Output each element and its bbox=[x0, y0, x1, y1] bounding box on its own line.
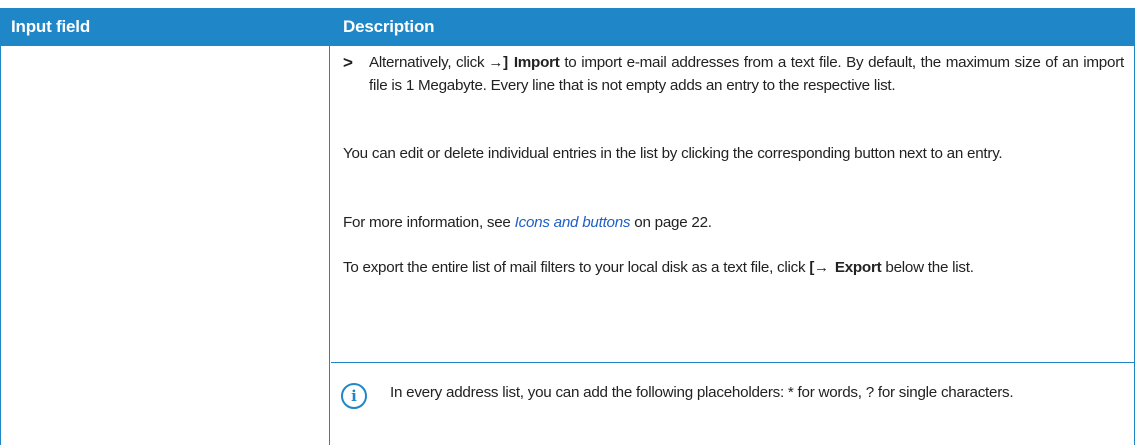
note-text: In every address list, you can add the f… bbox=[390, 384, 1014, 401]
import-step-pre: Alternatively, click bbox=[369, 54, 485, 71]
export-pre: To export the entire list of mail filter… bbox=[343, 259, 806, 276]
import-step: Alternatively, click →] Import to import e… bbox=[369, 51, 1124, 97]
import-icon: →] bbox=[488, 54, 508, 71]
input-field-cell bbox=[1, 46, 330, 445]
description-cell: > Alternatively, click →] Import to import… bbox=[331, 46, 1134, 445]
edit-paragraph: You can edit or delete individual entrie… bbox=[343, 145, 1003, 162]
description-table: Input field Description > Alternatively,… bbox=[0, 8, 1135, 445]
step-marker: > bbox=[343, 53, 353, 72]
import-label: Import bbox=[513, 54, 560, 71]
export-post: below the list. bbox=[885, 259, 974, 276]
table-header: Input field Description bbox=[1, 8, 1134, 46]
export-paragraph: To export the entire list of mail filter… bbox=[343, 256, 1124, 279]
header-description: Description bbox=[343, 17, 435, 36]
info-pre: For more information, see bbox=[343, 214, 511, 231]
export-label: Export bbox=[834, 259, 882, 276]
info-icon: i bbox=[341, 383, 367, 409]
info-post: on page 22. bbox=[634, 214, 712, 231]
export-icon: [→ bbox=[809, 259, 829, 276]
header-input-field: Input field bbox=[11, 17, 91, 36]
note-box: i In every address list, you can add the… bbox=[331, 362, 1134, 446]
icons-and-buttons-link[interactable]: Icons and buttons bbox=[515, 214, 631, 231]
info-paragraph: For more information, see Icons and butt… bbox=[343, 211, 1124, 234]
